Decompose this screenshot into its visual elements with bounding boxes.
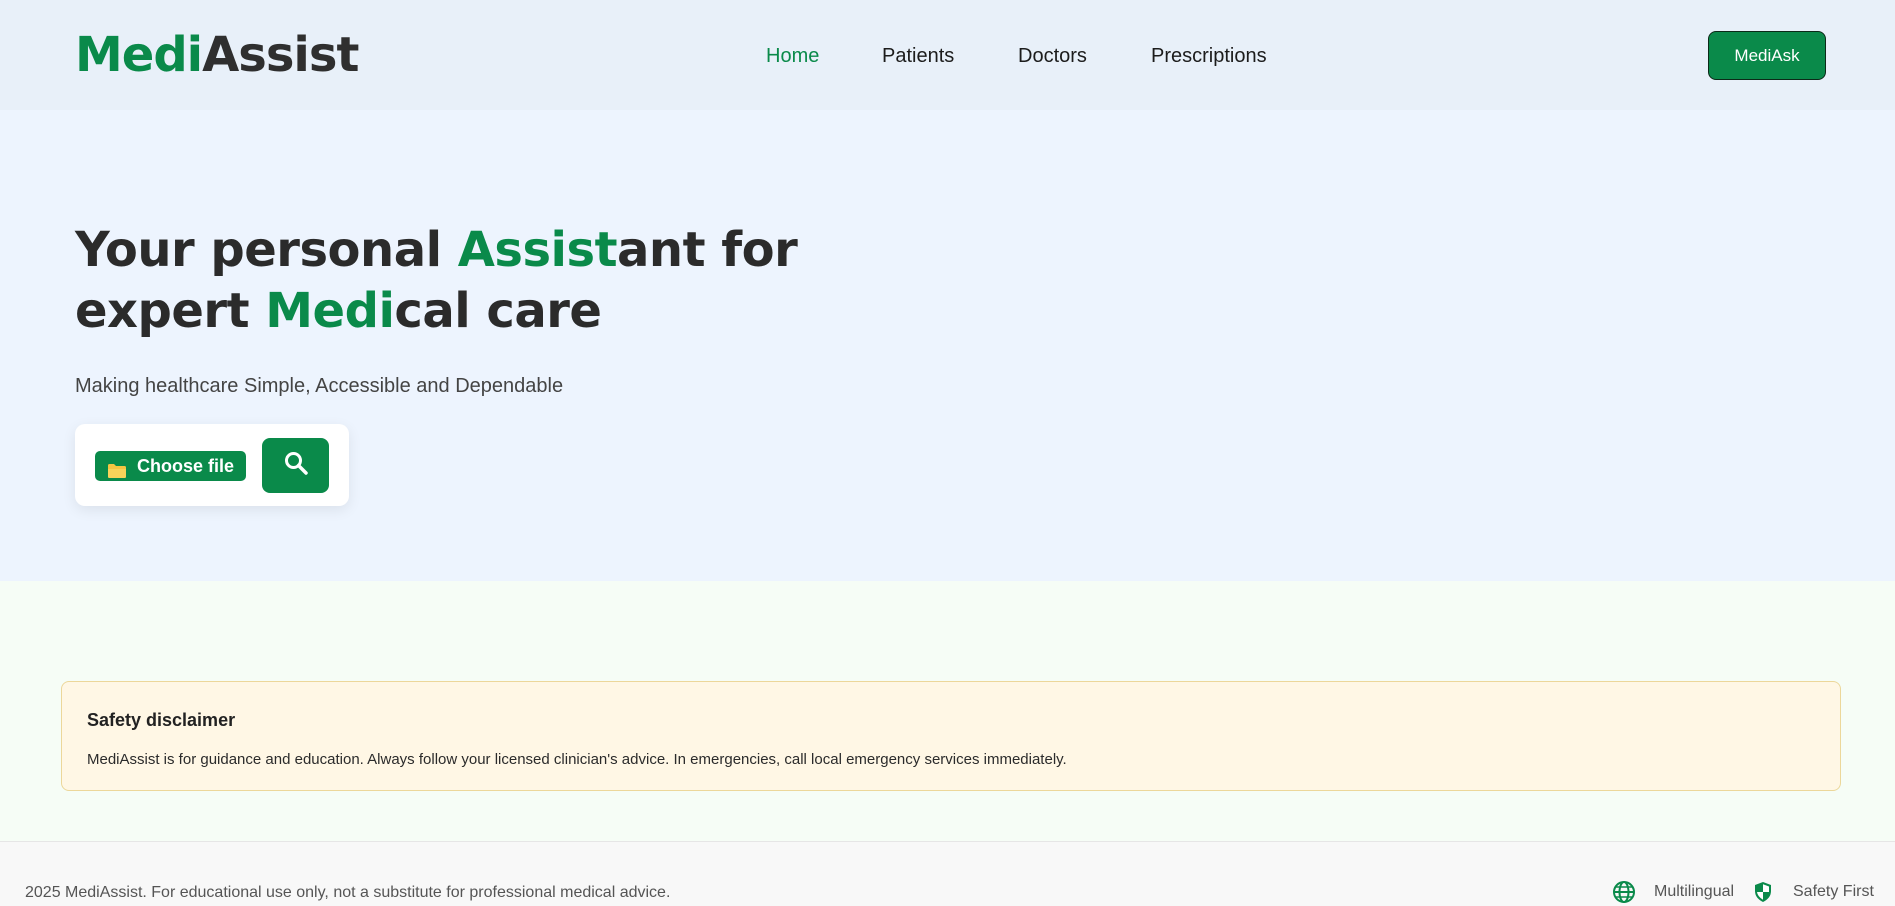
shield-icon: [1751, 880, 1775, 904]
mediask-button[interactable]: MediAsk: [1708, 31, 1826, 80]
logo-part-medi: Medi: [75, 27, 203, 83]
footer-feature-label: Safety First: [1793, 883, 1874, 900]
footer-feature-multilingual: Multilingual: [1612, 880, 1734, 904]
hero-title-text: cal care: [394, 283, 602, 339]
choose-file-button[interactable]: Choose file: [95, 451, 247, 481]
hero-subtitle: Making healthcare Simple, Accessible and…: [75, 375, 564, 397]
choose-file-label: Choose file: [137, 456, 235, 476]
footer-feature-label: Multilingual: [1654, 883, 1735, 900]
hero-title-highlight: Medi: [265, 283, 395, 339]
nav-home[interactable]: Home: [766, 44, 819, 68]
nav-doctors[interactable]: Doctors: [1018, 44, 1087, 68]
navbar: MediAssist Home Patients Doctors Prescri…: [0, 0, 1895, 110]
safety-disclaimer: Safety disclaimer MediAssist is for guid…: [61, 681, 1841, 791]
search-button[interactable]: [262, 438, 329, 493]
globe-icon: [1612, 880, 1636, 904]
hero-title-text: expert: [75, 283, 266, 339]
disclaimer-text: MediAssist is for guidance and education…: [87, 751, 1067, 768]
hero-section: Your personal Assistant for expert Medic…: [0, 110, 1895, 581]
hero-title-highlight: Assist: [457, 222, 618, 278]
hero-title-text: Your personal: [75, 222, 458, 278]
footer-copyright: 2025 MediAssist. For educational use onl…: [25, 884, 671, 901]
logo-part-assist: Assist: [202, 27, 359, 83]
nav-patients[interactable]: Patients: [882, 44, 954, 68]
footer: 2025 MediAssist. For educational use onl…: [0, 841, 1895, 906]
info-section: Safety disclaimer MediAssist is for guid…: [0, 581, 1895, 841]
folder-icon: [107, 458, 127, 478]
search-icon: [283, 450, 309, 481]
nav-prescriptions[interactable]: Prescriptions: [1151, 44, 1267, 68]
brand-logo[interactable]: MediAssist: [75, 26, 359, 84]
disclaimer-title: Safety disclaimer: [87, 710, 236, 730]
upload-card: Choose file: [75, 424, 349, 506]
hero-title: Your personal Assistant for expert Medic…: [75, 220, 835, 342]
hero-title-text: ant for: [617, 222, 798, 278]
footer-feature-safety: Safety First: [1751, 880, 1874, 904]
